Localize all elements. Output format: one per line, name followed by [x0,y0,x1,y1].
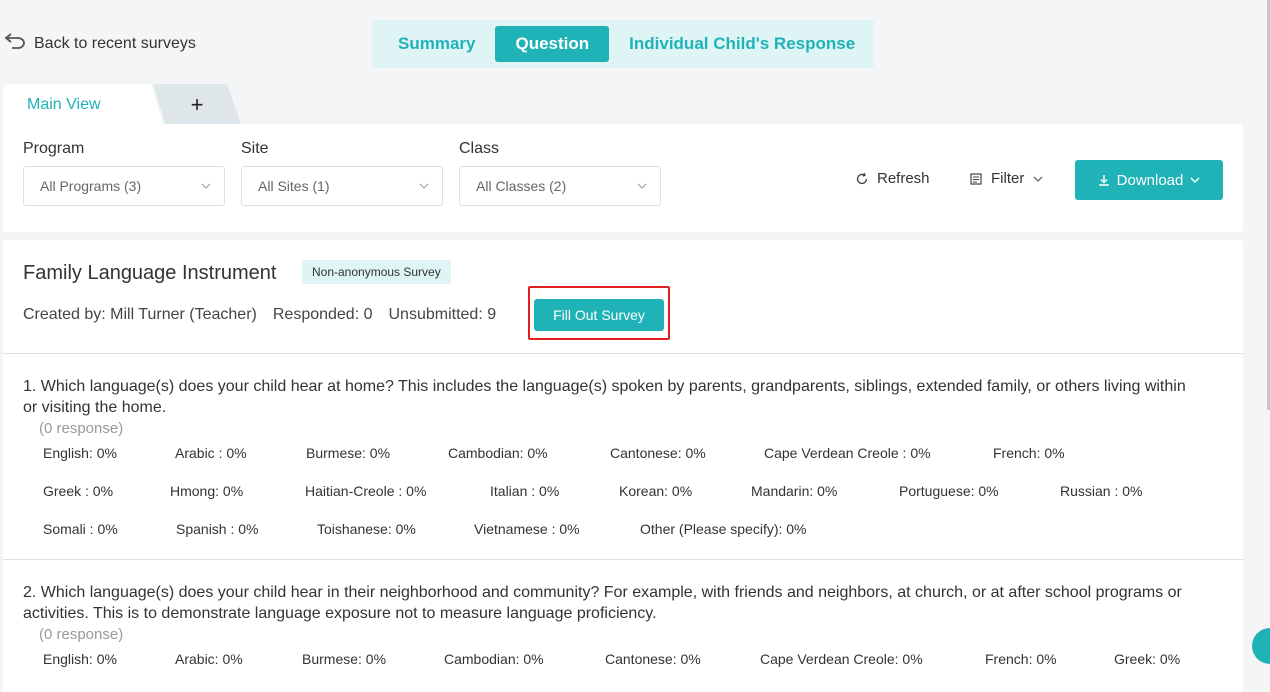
option-stat: Haitian-Creole : 0% [305,483,427,499]
download-label: Download [1116,171,1184,189]
view-mode-tabs: Summary Question Individual Child's Resp… [372,20,874,68]
option-stat: Arabic : 0% [175,445,247,461]
filter-button[interactable]: Filter [969,170,1044,187]
option-stat: Korean: 0% [619,483,693,499]
unsubmitted-count: Unsubmitted: 9 [388,306,497,323]
option-stat: Hmong: 0% [170,483,244,499]
response-count: (0 response) [39,626,124,643]
option-stat: Cantonese: 0% [610,445,706,461]
chevron-down-icon [201,183,211,189]
option-stat: Portuguese: 0% [899,483,999,499]
response-count: (0 response) [39,420,124,437]
option-stat: Toishanese: 0% [317,521,416,537]
question-text: 2. Which language(s) does your child hea… [23,584,1182,622]
divider [3,353,1243,354]
options-row: Somali : 0% Spanish : 0% Toishanese: 0% … [23,513,1203,551]
option-stat: Cape Verdean Creole : 0% [764,445,931,461]
option-stat: Cape Verdean Creole: 0% [760,651,923,667]
chevron-down-icon [1033,176,1043,182]
survey-meta: Created by: Mill Turner (Teacher) Respon… [23,306,496,324]
tab-individual-response[interactable]: Individual Child's Response [609,26,875,62]
option-stat: Other (Please specify): 0% [640,521,807,537]
site-label: Site [241,140,269,157]
download-icon [1098,175,1109,186]
class-filter: Class All Classes (2) [459,140,661,206]
filter-panel: Program All Programs (3) Site All Sites … [3,124,1243,232]
filter-doc-icon [970,172,982,185]
option-stat: Greek : 0% [43,483,114,499]
options-row: English: 0% Arabic : 0% Burmese: 0% Camb… [23,437,1203,475]
refresh-button[interactable]: Refresh [855,170,930,187]
program-select[interactable]: All Programs (3) [23,166,225,206]
option-stat: English: 0% [43,651,117,667]
survey-card: Family Language Instrument Non-anonymous… [3,240,1243,692]
divider [3,559,1243,560]
question-2: 2. Which language(s) does your child hea… [23,582,1203,681]
option-stat: Somali : 0% [43,521,118,537]
options-row: Greek : 0% Hmong: 0% Haitian-Creole : 0%… [23,475,1203,513]
tab-question[interactable]: Question [495,26,610,62]
refresh-icon [856,172,868,184]
chevron-down-icon [419,183,429,189]
question-text: 1. Which language(s) does your child hea… [23,378,1186,416]
add-view-tab[interactable]: + [153,84,241,124]
question-1: 1. Which language(s) does your child hea… [23,376,1203,551]
option-stat: Cambodian: 0% [444,651,544,667]
option-stat: Cantonese: 0% [605,651,701,667]
option-stat: Russian : 0% [1060,483,1143,499]
option-stat: Vietnamese : 0% [474,521,580,537]
fill-out-survey-button[interactable]: Fill Out Survey [534,299,664,331]
chevron-down-icon [1190,177,1200,183]
options-row: English: 0% Arabic: 0% Burmese: 0% Cambo… [23,643,1203,681]
back-to-surveys-link[interactable]: Back to recent surveys [4,32,196,55]
filter-label: Filter [991,170,1025,187]
site-select[interactable]: All Sites (1) [241,166,443,206]
site-filter: Site All Sites (1) [241,140,443,206]
class-select-value: All Classes (2) [476,178,567,194]
option-stat: Burmese: 0% [306,445,391,461]
option-stat: Mandarin: 0% [751,483,838,499]
option-stat: Arabic: 0% [175,651,243,667]
option-stat: Spanish : 0% [176,521,259,537]
site-select-value: All Sites (1) [258,178,330,194]
survey-title: Family Language Instrument [23,262,277,284]
program-select-value: All Programs (3) [40,178,142,194]
option-stat: Italian : 0% [490,483,560,499]
survey-type-badge: Non-anonymous Survey [302,260,451,284]
tab-summary[interactable]: Summary [378,26,495,62]
option-stat: French: 0% [985,651,1057,667]
program-label: Program [23,140,85,157]
class-select[interactable]: All Classes (2) [459,166,661,206]
option-stat: Burmese: 0% [302,651,387,667]
created-by: Created by: Mill Turner (Teacher) [23,306,257,323]
responded-count: Responded: 0 [272,306,373,323]
option-stat: Greek: 0% [1114,651,1181,667]
floating-edit-button[interactable] [1252,628,1270,664]
option-stat: Cambodian: 0% [448,445,548,461]
class-label: Class [459,140,500,157]
back-link-label: Back to recent surveys [34,34,196,52]
download-button[interactable]: Download [1075,160,1223,200]
option-stat: English: 0% [43,445,117,461]
program-filter: Program All Programs (3) [23,140,225,206]
chevron-down-icon [637,183,647,189]
back-arrow-icon [4,32,26,55]
refresh-label: Refresh [877,170,930,187]
option-stat: French: 0% [993,445,1065,461]
tab-main-view[interactable]: Main View [3,84,163,124]
